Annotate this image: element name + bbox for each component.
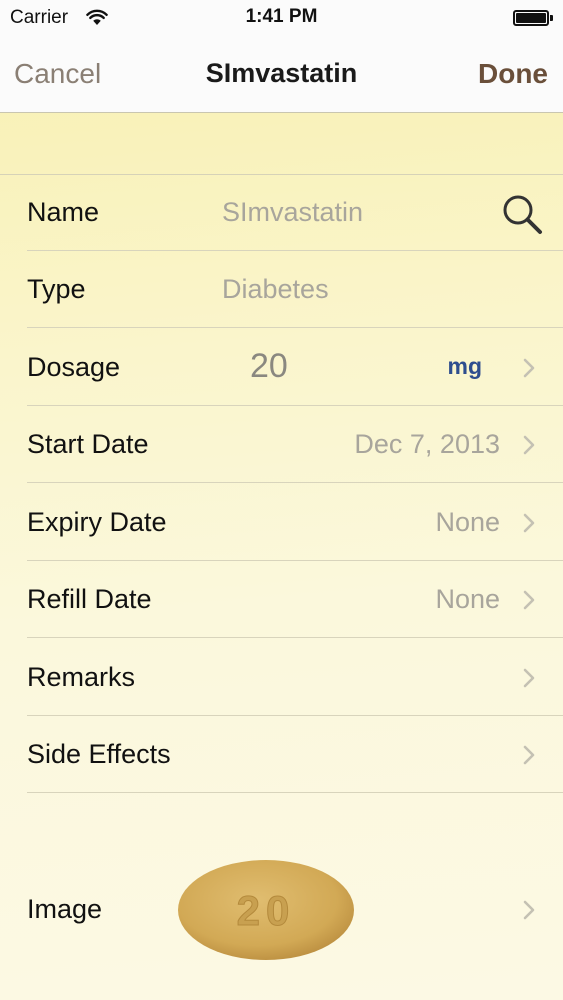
status-bar: Carrier 1:41 PM [0,0,563,38]
type-label: Type [27,274,86,304]
dosage-unit[interactable]: mg [448,353,483,380]
remarks-label: Remarks [27,662,136,692]
search-icon[interactable] [501,193,543,235]
image-label: Image [27,894,103,924]
pill-imprint-text: 20 [237,887,296,934]
start-date-value: Dec 7, 2013 [354,429,500,459]
dosage-amount[interactable]: 20 [250,347,288,386]
dosage-label: Dosage [27,352,121,382]
remarks-row[interactable]: Remarks [0,639,563,716]
battery-full-icon [513,10,553,26]
start-date-row[interactable]: Start Date Dec 7, 2013 [0,406,563,483]
chevron-right-icon [523,358,535,378]
done-button[interactable]: Done [478,58,548,90]
start-date-label: Start Date [27,429,149,459]
dosage-row[interactable]: Dosage 20 mg [0,329,563,406]
expiry-date-label: Expiry Date [27,507,167,537]
type-row[interactable]: Type Diabetes [0,251,563,328]
chevron-right-icon [523,668,535,688]
refill-date-value: None [435,584,500,614]
status-time: 1:41 PM [245,6,318,27]
refill-date-row[interactable]: Refill Date None [0,561,563,638]
expiry-date-row[interactable]: Expiry Date None [0,484,563,561]
expiry-date-value: None [435,507,500,537]
image-row[interactable]: Image 20 [0,858,563,964]
name-row[interactable]: Name SImvastatin [0,174,563,251]
pill-image[interactable]: 20 [176,858,356,962]
refill-date-label: Refill Date [27,584,152,614]
side-effects-row[interactable]: Side Effects [0,716,563,793]
type-field[interactable]: Diabetes [222,274,329,305]
navigation-bar: Cancel SImvastatin Done [0,38,563,113]
name-label: Name [27,197,100,227]
chevron-right-icon [523,435,535,455]
chevron-right-icon [523,745,535,765]
chevron-right-icon [523,513,535,533]
chevron-right-icon [523,900,535,920]
chevron-right-icon [523,590,535,610]
side-effects-label: Side Effects [27,739,171,769]
name-field[interactable]: SImvastatin [222,197,363,228]
